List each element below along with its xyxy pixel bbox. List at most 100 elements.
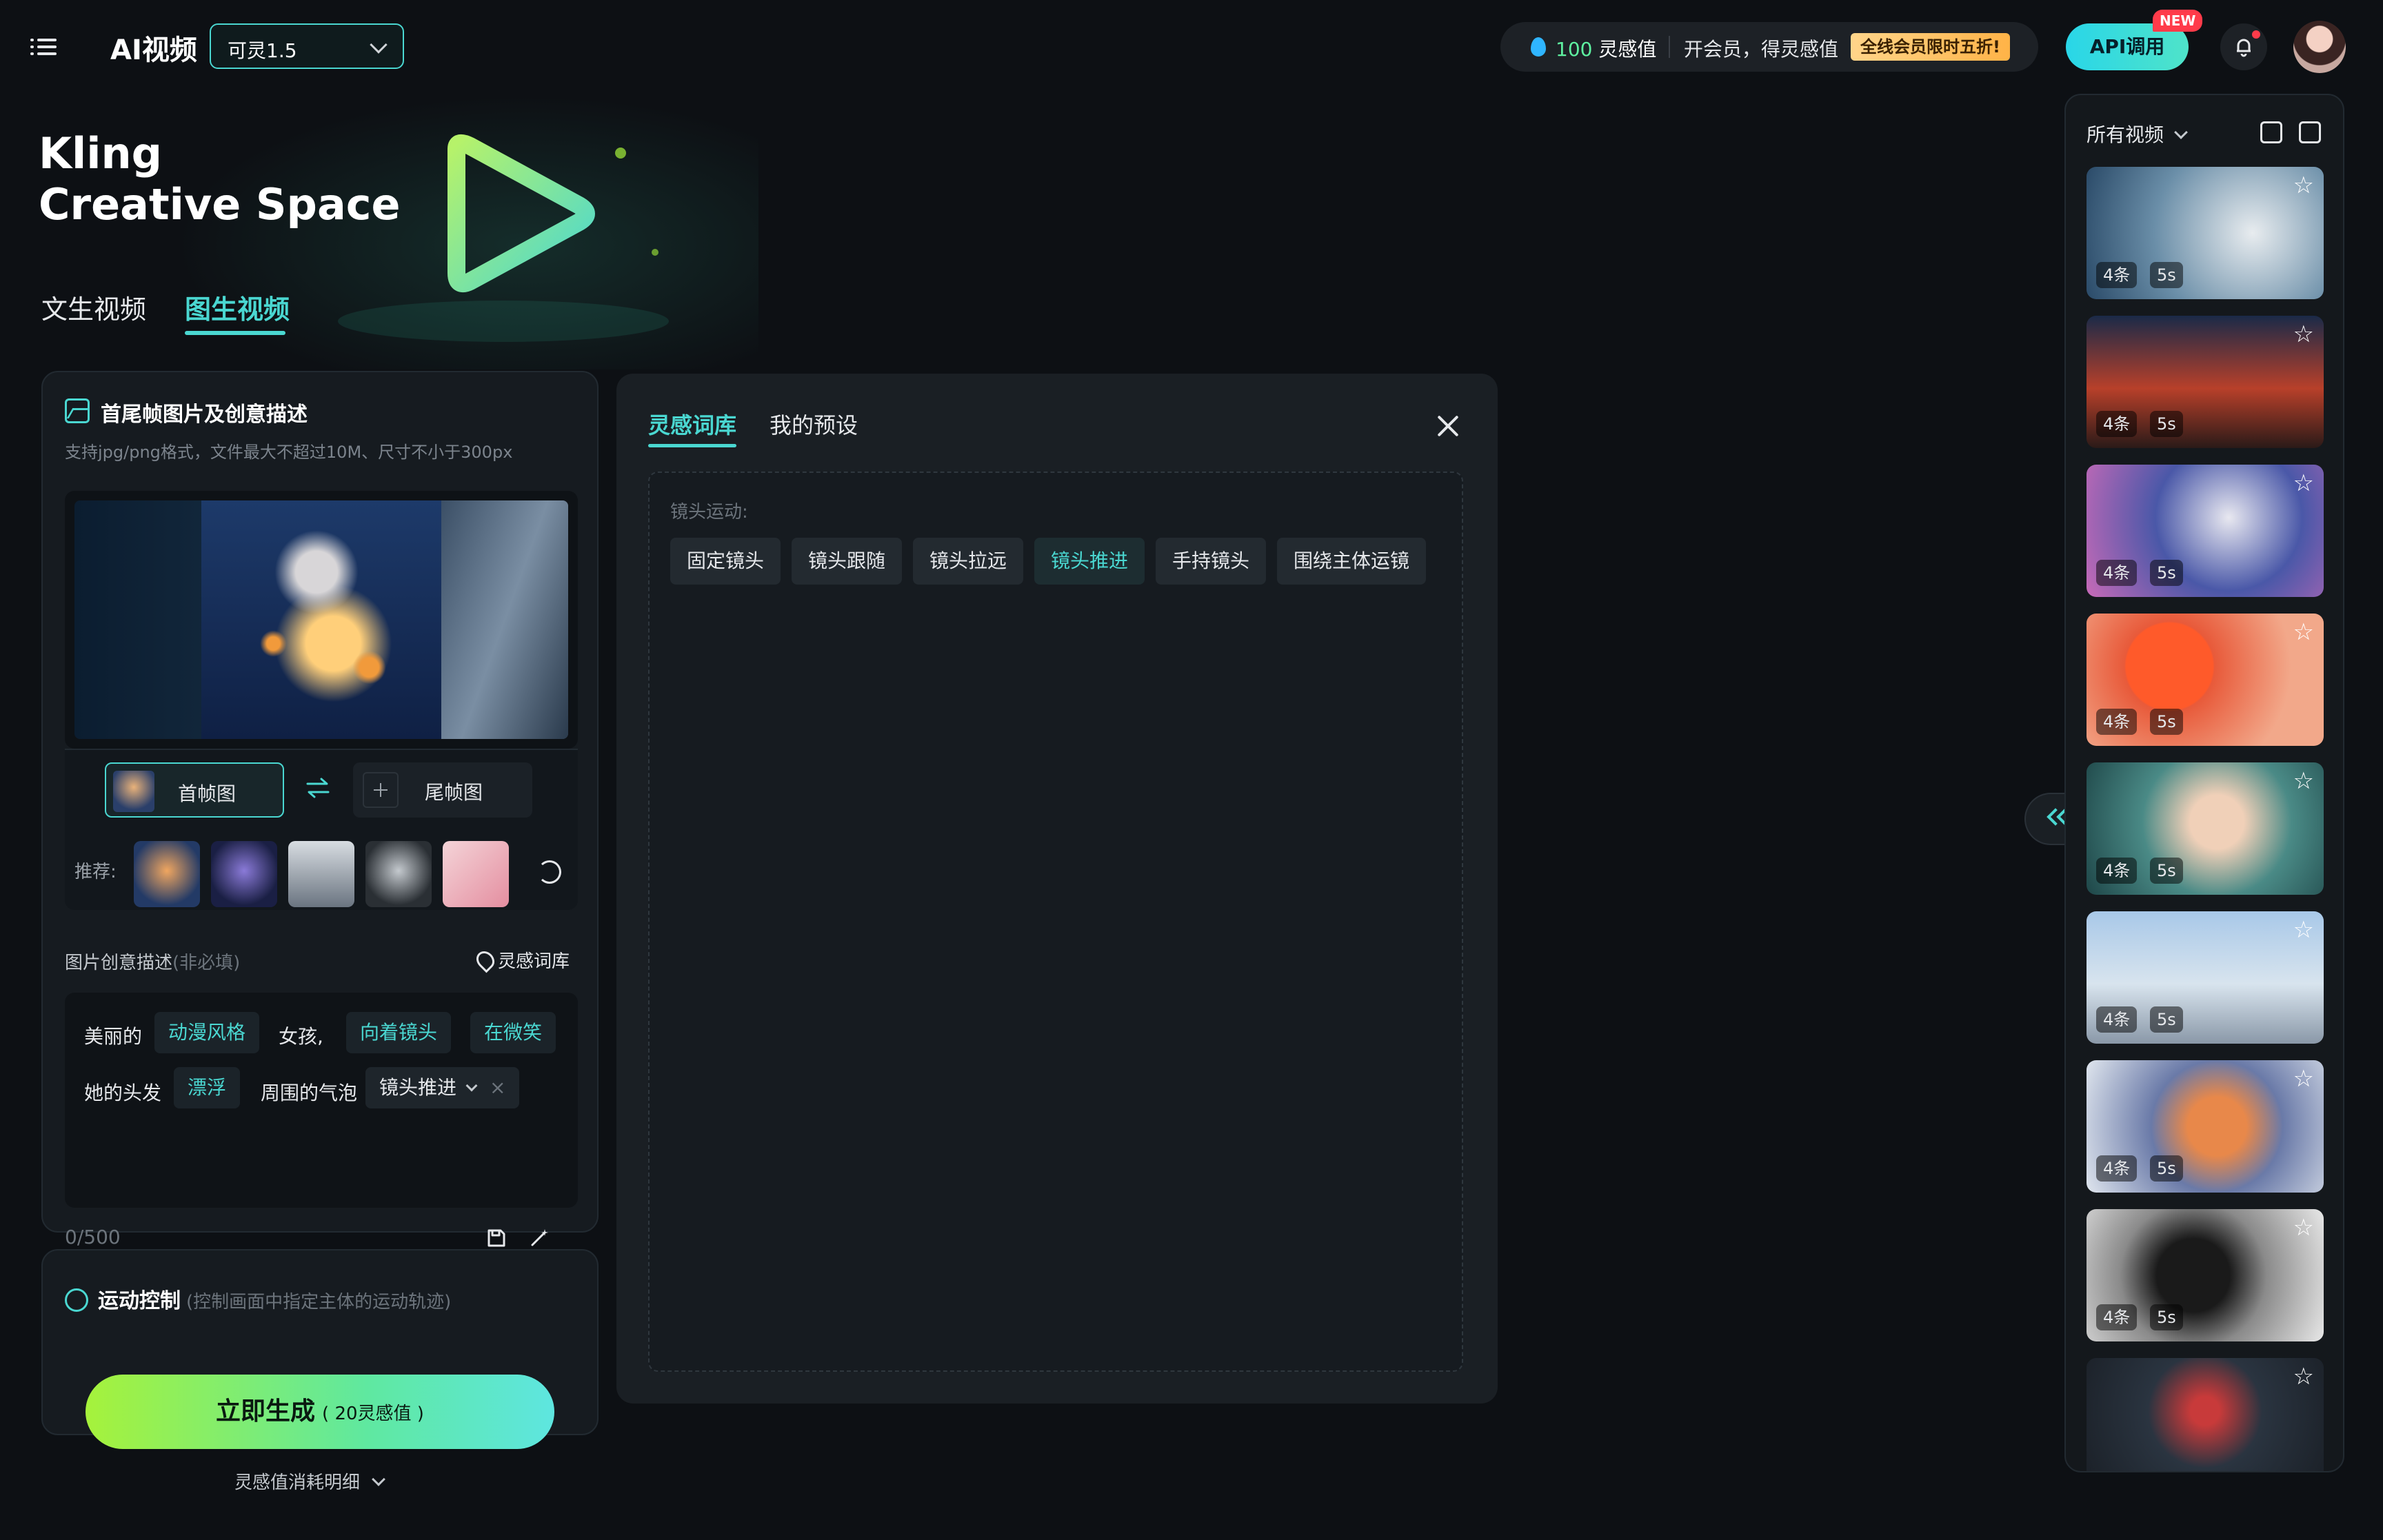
video-thumb[interactable]: ☆ 4条 5s <box>2087 1060 2324 1193</box>
first-frame-button[interactable]: 首帧图 <box>105 762 284 818</box>
points-unit: 灵感值 <box>1598 38 1657 61</box>
hero-title-line1: Kling <box>39 128 163 179</box>
video-thumb[interactable]: ☆ 4条 5s <box>2087 316 2324 448</box>
tab-active-indicator <box>648 444 736 447</box>
frame-row: 首帧图 尾帧图 <box>65 749 578 830</box>
recommend-thumb[interactable] <box>211 841 277 907</box>
refresh-icon[interactable] <box>538 860 561 884</box>
last-frame-button[interactable]: 尾帧图 <box>353 762 532 818</box>
video-duration: 5s <box>2150 709 2183 735</box>
multi-select-icon[interactable] <box>2299 121 2321 143</box>
cost-detail-toggle[interactable]: 灵感值消耗明细 <box>234 1468 385 1494</box>
hero-title-line2: Creative Space <box>39 179 401 230</box>
model-select[interactable]: 可灵1.5 <box>210 23 404 69</box>
new-badge: NEW <box>2153 10 2203 32</box>
chevron-down-icon <box>465 1080 478 1092</box>
star-icon[interactable]: ☆ <box>2293 472 2314 495</box>
chip-camera-push-in[interactable]: 镜头推进 <box>1034 538 1145 585</box>
tab-text-to-video[interactable]: 文生视频 <box>41 288 146 326</box>
first-frame-thumb <box>113 771 154 812</box>
membership-promo[interactable]: 开会员，得灵感值 <box>1684 34 1838 62</box>
close-icon[interactable] <box>1434 412 1462 440</box>
video-thumb[interactable]: ☆ 4条 5s <box>2087 762 2324 895</box>
star-icon[interactable]: ☆ <box>2293 1067 2314 1091</box>
uploaded-image-right <box>441 500 568 739</box>
chip-handheld-camera[interactable]: 手持镜头 <box>1156 538 1267 585</box>
recommend-thumb[interactable] <box>443 841 509 907</box>
recommend-thumb[interactable] <box>134 841 200 907</box>
video-duration: 5s <box>2150 1155 2183 1182</box>
avatar[interactable] <box>2293 21 2346 73</box>
video-thumb[interactable]: ☆ 4条 5s <box>2087 167 2324 299</box>
generate-button[interactable]: 立即生成 ( 20灵感值 ) <box>86 1375 554 1449</box>
chip-camera-follow[interactable]: 镜头跟随 <box>792 538 903 585</box>
chip-camera-zoom-out[interactable]: 镜头拉远 <box>913 538 1024 585</box>
recommend-thumb[interactable] <box>365 841 432 907</box>
image-preview[interactable] <box>65 491 578 749</box>
prompt-tag[interactable]: 漂浮 <box>174 1067 241 1108</box>
first-frame-label: 首帧图 <box>178 782 237 805</box>
star-icon[interactable]: ☆ <box>2293 323 2314 346</box>
uploaded-image-center <box>201 500 441 739</box>
star-icon[interactable]: ☆ <box>2293 1365 2314 1388</box>
star-icon[interactable]: ☆ <box>2293 620 2314 644</box>
prompt-word: 她的头发 <box>84 1082 162 1104</box>
camera-dropdown-tag[interactable]: 镜头推进 × <box>365 1067 520 1108</box>
video-thumb[interactable]: ☆ <box>2087 1358 2324 1471</box>
video-duration: 5s <box>2150 262 2183 288</box>
swap-icon[interactable] <box>305 775 331 801</box>
video-thumb[interactable]: ☆ 4条 5s <box>2087 911 2324 1044</box>
motion-control-title: 运动控制 <box>98 1289 181 1313</box>
char-count: 0/500 <box>65 1226 121 1248</box>
prompt-tag[interactable]: 在微笑 <box>470 1012 556 1053</box>
notification-button[interactable] <box>2220 23 2267 70</box>
prompt-word: 周围的气泡 <box>261 1082 358 1104</box>
video-thumb[interactable]: ☆ 4条 5s <box>2087 614 2324 746</box>
description-optional: (非必填) <box>172 953 241 973</box>
video-duration: 5s <box>2150 560 2183 586</box>
star-icon[interactable]: ☆ <box>2293 918 2314 942</box>
menu-icon[interactable] <box>30 33 58 61</box>
inspiration-content: 镜头运动: 固定镜头 镜头跟随 镜头拉远 镜头推进 手持镜头 围绕主体运镜 <box>648 472 1463 1372</box>
video-count: 4条 <box>2096 560 2138 586</box>
save-preset-icon[interactable] <box>485 1227 507 1249</box>
recommend-row: 推荐: <box>65 830 578 910</box>
prompt-textarea[interactable]: 美丽的 动漫风格 女孩, 向着镜头 在微笑 她的头发 漂浮 周围的气泡 镜头推进… <box>65 993 578 1208</box>
video-count: 4条 <box>2096 411 2138 437</box>
last-frame-label: 尾帧图 <box>425 781 483 804</box>
image-input-card: 首尾帧图片及创意描述 支持jpg/png格式，文件最大不超过10M、尺寸不小于3… <box>41 371 599 1248</box>
chip-orbit-subject[interactable]: 围绕主体运镜 <box>1277 538 1427 585</box>
description-label-text: 图片创意描述 <box>65 953 173 973</box>
divider <box>1669 36 1670 58</box>
recommend-thumb[interactable] <box>288 841 354 907</box>
prompt-tag[interactable]: 向着镜头 <box>346 1012 452 1053</box>
image-icon <box>65 398 90 423</box>
tab-inspiration-library[interactable]: 灵感词库 <box>648 408 736 440</box>
video-count: 4条 <box>2096 709 2138 735</box>
layers-icon[interactable] <box>2260 121 2282 143</box>
video-thumb[interactable]: ☆ 4条 5s <box>2087 465 2324 597</box>
tab-image-to-video[interactable]: 图生视频 <box>185 288 290 326</box>
generate-cost: ( 20灵感值 ) <box>322 1404 424 1424</box>
motion-target-icon <box>65 1288 88 1312</box>
chip-fixed-camera[interactable]: 固定镜头 <box>670 538 781 585</box>
video-sidebar: 所有视频 ☆ 4条 5s ☆ 4条 5s ☆ 4条 5s ☆ 4条 5s ☆ 4… <box>2064 94 2344 1472</box>
star-icon[interactable]: ☆ <box>2293 1216 2314 1239</box>
plus-icon <box>363 772 399 808</box>
prompt-tag[interactable]: 动漫风格 <box>154 1012 260 1053</box>
star-icon[interactable]: ☆ <box>2293 769 2314 793</box>
video-filter-label: 所有视频 <box>2087 123 2164 146</box>
points-bar[interactable]: 100 灵感值 开会员，得灵感值 全线会员限时五折! <box>1500 22 2038 72</box>
inspiration-link[interactable]: 灵感词库 <box>472 947 570 973</box>
video-duration: 5s <box>2150 1006 2183 1033</box>
video-thumb[interactable]: ☆ 4条 5s <box>2087 1209 2324 1341</box>
image-section-subtitle: 支持jpg/png格式，文件最大不超过10M、尺寸不小于300px <box>65 443 513 462</box>
close-icon[interactable]: × <box>490 1076 505 1099</box>
video-filter-dropdown[interactable]: 所有视频 <box>2087 120 2188 148</box>
magic-wand-icon[interactable] <box>528 1227 550 1249</box>
tab-active-indicator <box>185 331 285 335</box>
sale-badge[interactable]: 全线会员限时五折! <box>1851 33 2010 61</box>
cost-detail-label: 灵感值消耗明细 <box>234 1472 361 1493</box>
tab-my-presets[interactable]: 我的预设 <box>770 408 858 440</box>
star-icon[interactable]: ☆ <box>2293 174 2314 197</box>
